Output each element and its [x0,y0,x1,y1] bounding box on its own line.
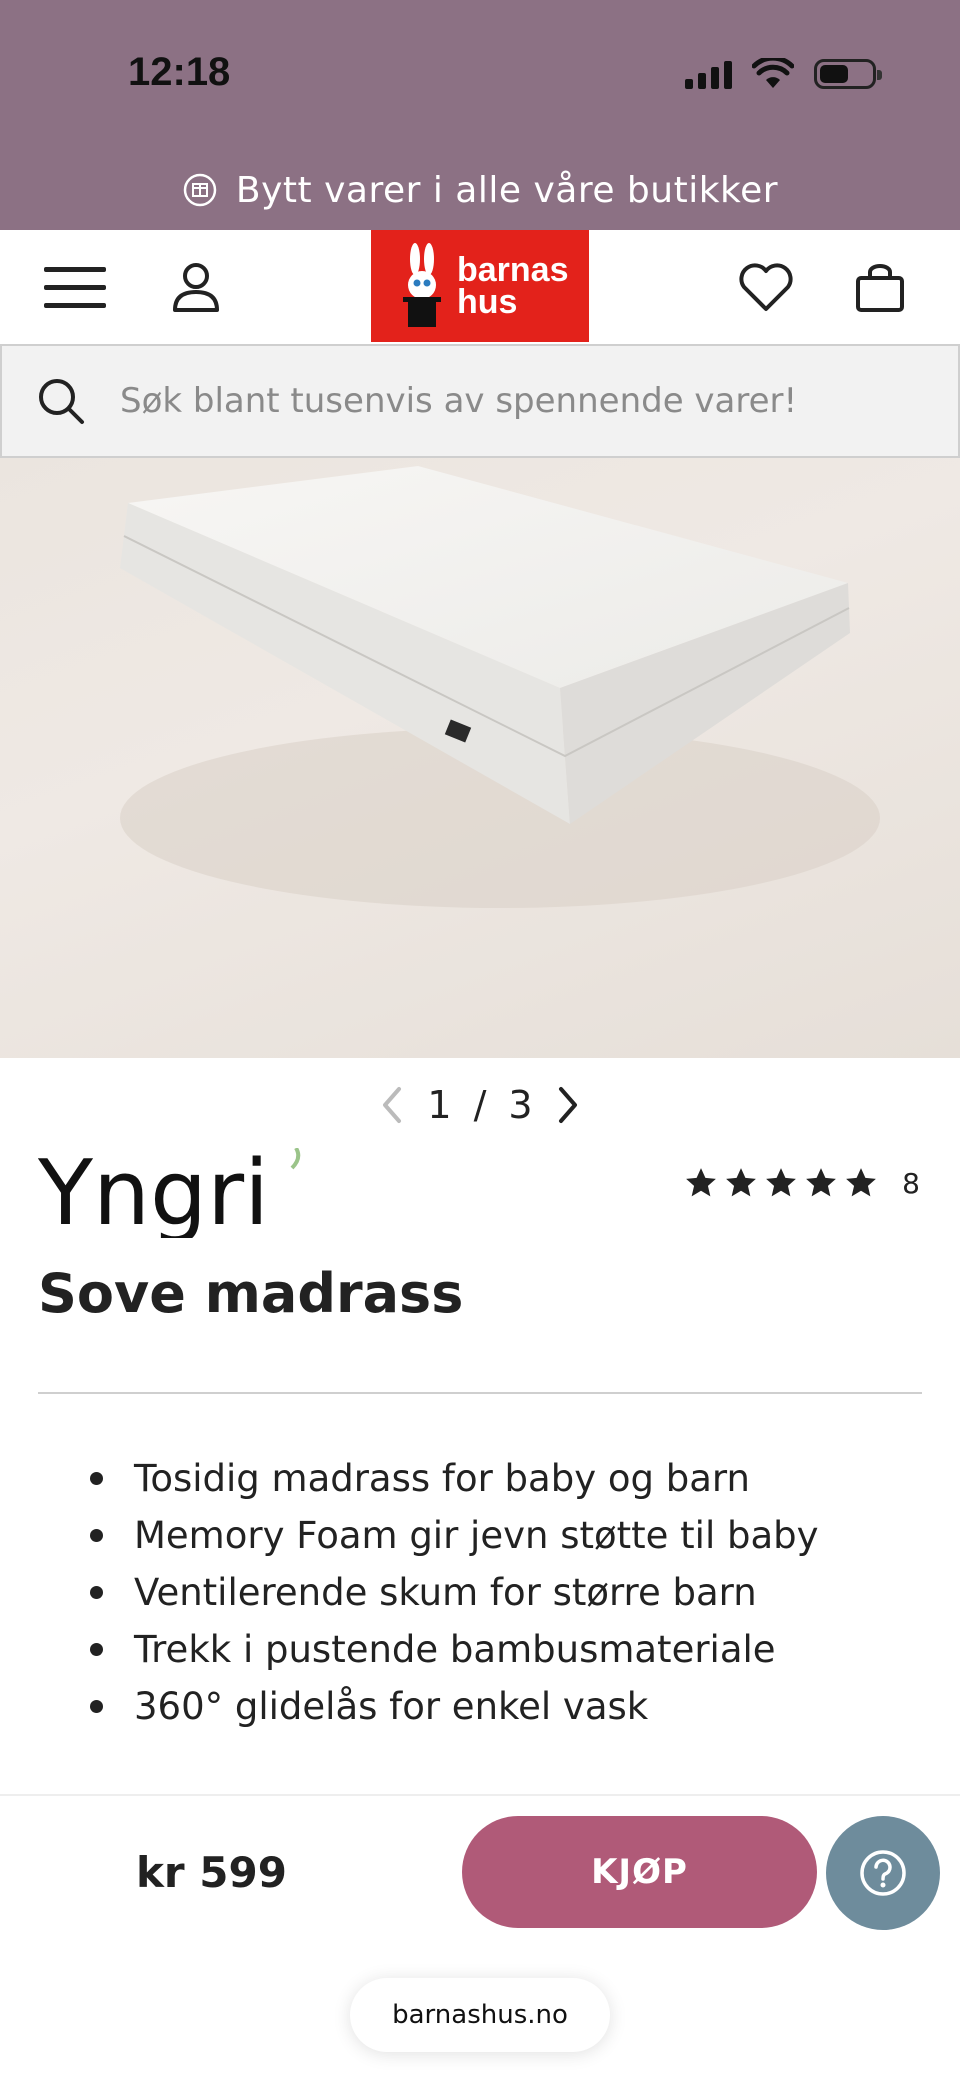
star-icon [686,1168,717,1197]
chevron-left-icon[interactable] [379,1085,405,1125]
feature-item: Memory Foam gir jevn støtte til baby [90,1507,930,1564]
brand-wordmark: Yngri [37,1141,301,1246]
star-icon [806,1168,837,1197]
feature-item: Trekk i pustende bambusmateriale [90,1621,930,1678]
wifi-icon [752,58,794,88]
pager-current: 1 [427,1083,452,1127]
rabbit-hat-icon [403,243,441,327]
account-button[interactable] [160,230,232,345]
buy-button[interactable]: KJØP [462,1816,817,1928]
feature-item: Tosidig madrass for baby og barn [90,1450,930,1507]
feature-item: 360° glidelås for enkel vask [90,1678,930,1735]
rating-stars [684,1166,878,1200]
status-icons [685,58,882,90]
star-icon [726,1168,757,1197]
logo-text: barnas hus [457,251,569,321]
svg-text:Yngri: Yngri [38,1148,269,1238]
menu-button[interactable] [30,230,120,345]
promo-text: Bytt varer i alle våre butikker [235,169,779,211]
brand-logo[interactable]: Yngri [37,1141,308,1246]
product-title: Sove madrass [38,1262,464,1325]
image-pager: 1 / 3 [0,1080,960,1130]
product-image[interactable] [0,458,960,1058]
site-logo[interactable]: barnas hus [371,230,589,342]
pager-separator: / [473,1083,487,1127]
chevron-right-icon[interactable] [555,1085,581,1125]
search-icon [39,379,84,424]
promo-banner[interactable]: Bytt varer i alle våre butikker [0,150,960,230]
search-bar[interactable] [0,344,960,458]
help-button[interactable] [826,1816,940,1930]
menu-icon [44,266,106,308]
account-icon [173,262,219,312]
cart-icon [856,263,904,312]
battery-icon [814,59,882,89]
status-time: 12:18 [128,50,231,94]
divider [38,1392,922,1394]
wishlist-button[interactable] [726,230,806,345]
signal-icon [685,59,732,89]
help-icon [860,1850,906,1896]
product-price: kr 599 [136,1848,287,1897]
status-bar: 12:18 [0,0,960,150]
product-rating[interactable]: 8 [684,1166,920,1200]
browser-url-bar[interactable]: barnashus.no [350,1978,610,2052]
heart-icon [739,262,793,311]
search-input[interactable] [120,381,900,421]
feature-list: Tosidig madrass for baby og barn Memory … [90,1450,930,1735]
pager-total: 3 [508,1083,533,1127]
rating-count: 8 [902,1166,920,1200]
star-icon [766,1168,797,1197]
star-icon [846,1168,877,1197]
feature-item: Ventilerende skum for større barn [90,1564,930,1621]
cart-button[interactable] [840,230,920,345]
exchange-icon [183,173,217,207]
mattress-image [120,466,880,908]
